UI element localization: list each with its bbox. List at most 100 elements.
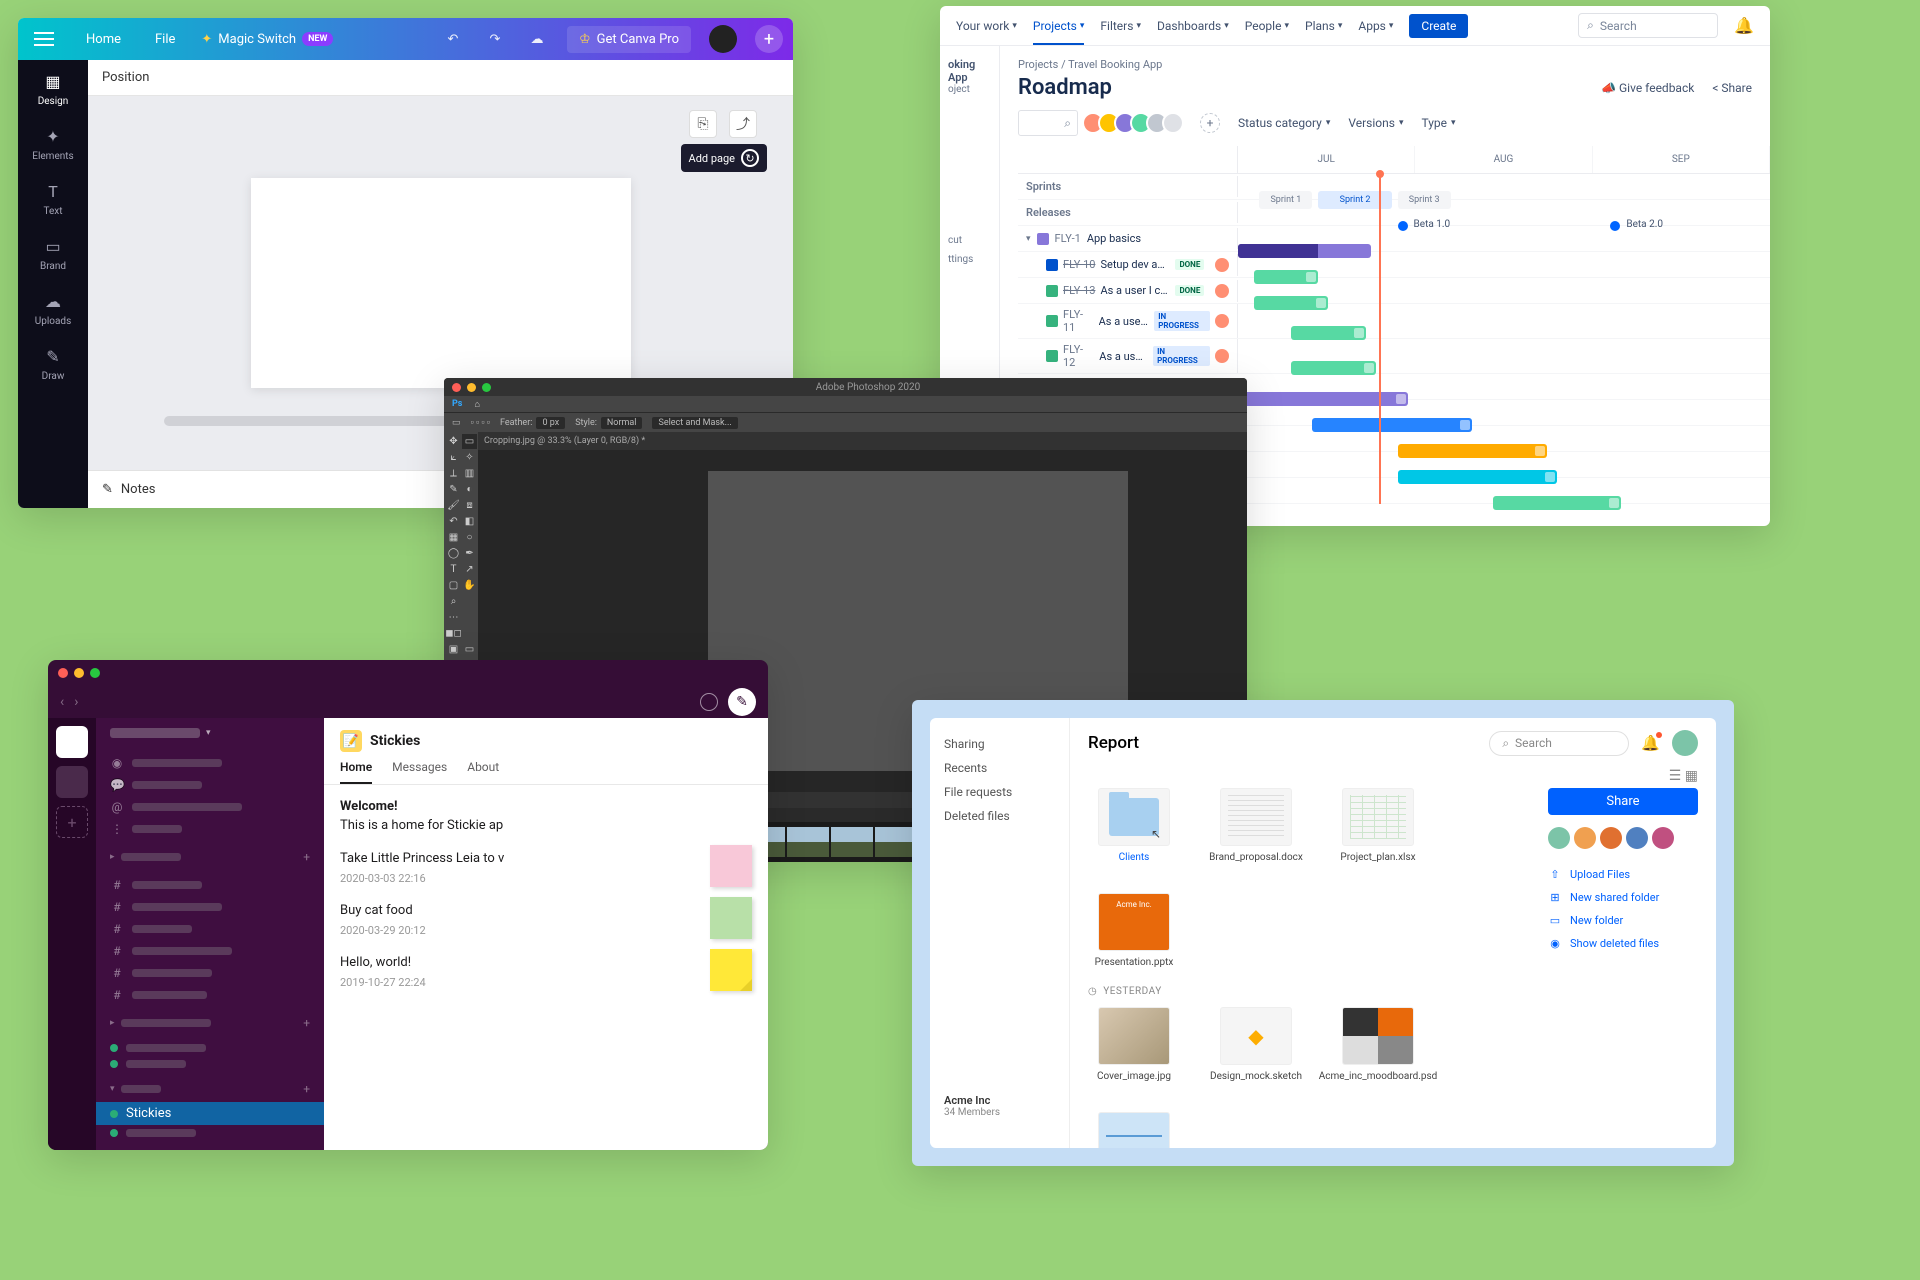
pen-tool[interactable]: ✒: [462, 546, 477, 561]
quick-mask[interactable]: ▣: [446, 642, 461, 657]
story-bar[interactable]: [1291, 326, 1365, 340]
story-row[interactable]: FLY-12As a use...IN PROGRESS: [1018, 339, 1770, 374]
assignee-avatar[interactable]: [1215, 314, 1229, 328]
home-button[interactable]: Home: [78, 28, 129, 51]
member-avatar[interactable]: [1600, 827, 1622, 849]
tab-home[interactable]: Home: [340, 760, 372, 784]
sidebar-elements[interactable]: ✦Elements: [32, 125, 73, 162]
zoom-tool[interactable]: ⌕: [446, 594, 461, 609]
type-tool[interactable]: T: [446, 562, 461, 577]
sidebar-recents[interactable]: Recents: [944, 756, 1055, 780]
sticky-note[interactable]: Buy cat food2020-03-29 20:12: [340, 903, 752, 937]
dm-item[interactable]: [96, 1040, 324, 1056]
sidebar-app-stickies[interactable]: Stickies: [96, 1102, 324, 1125]
close-window-icon[interactable]: [452, 383, 461, 392]
member-avatar[interactable]: [1548, 827, 1570, 849]
team-footer[interactable]: Acme Inc 34 Members: [944, 1094, 1000, 1132]
file-item[interactable]: ↖Clients: [1088, 788, 1180, 863]
forward-button[interactable]: ›: [74, 694, 78, 710]
chevron-down-icon[interactable]: ▾: [1026, 234, 1031, 244]
compose-button[interactable]: ✎: [728, 688, 756, 716]
close-window-icon[interactable]: [58, 668, 68, 678]
document-tab[interactable]: Cropping.jpg @ 33.3% (Layer 0, RGB/8) *: [478, 432, 1247, 450]
release-marker[interactable]: [1398, 221, 1408, 231]
maximize-window-icon[interactable]: [90, 668, 100, 678]
channel-item[interactable]: #: [96, 874, 324, 896]
sidebar-draw[interactable]: ✎Draw: [42, 345, 65, 382]
action-link[interactable]: ⊞New shared folder: [1548, 886, 1698, 909]
get-pro-button[interactable]: ♔ Get Canva Pro: [567, 26, 691, 53]
view-toggle[interactable]: ☰ ▦: [1669, 768, 1698, 788]
sidebar-text[interactable]: TText: [42, 180, 64, 217]
nav-plans[interactable]: Plans▾: [1305, 19, 1342, 33]
dms-header[interactable]: ▸+: [96, 1010, 324, 1036]
assignee-filter[interactable]: [1088, 112, 1184, 134]
status-filter[interactable]: Status category▾: [1238, 116, 1330, 130]
roadmap-bar[interactable]: [1493, 496, 1621, 510]
member-avatar[interactable]: [1652, 827, 1674, 849]
sprint-pill[interactable]: Sprint 1: [1259, 191, 1312, 209]
apps-header[interactable]: ▾+: [96, 1076, 324, 1102]
nav-projects[interactable]: Projects▾: [1033, 19, 1085, 45]
page-canvas[interactable]: [251, 178, 631, 388]
nav-people[interactable]: People▾: [1245, 19, 1289, 33]
notifications-icon[interactable]: 🔔: [1734, 16, 1754, 35]
member-avatars[interactable]: [1548, 827, 1698, 849]
channel-item[interactable]: #: [96, 896, 324, 918]
edit-toolbar[interactable]: ⋯: [446, 610, 461, 625]
create-button[interactable]: Create: [1409, 14, 1468, 38]
tab-about[interactable]: About: [467, 760, 499, 784]
minimize-window-icon[interactable]: [74, 668, 84, 678]
style-select[interactable]: Normal: [601, 417, 643, 429]
eraser-tool[interactable]: ◧: [462, 514, 477, 529]
sprint-pill[interactable]: Sprint 2: [1318, 191, 1392, 209]
roadmap-bar[interactable]: [1312, 418, 1472, 432]
home-icon[interactable]: ⌂: [474, 399, 479, 410]
add-people-icon[interactable]: +: [1200, 113, 1220, 133]
channel-item[interactable]: #: [96, 984, 324, 1006]
type-filter[interactable]: Type▾: [1421, 116, 1455, 130]
channels-header[interactable]: ▸+: [96, 844, 324, 870]
blur-tool[interactable]: ○: [462, 530, 477, 545]
sidebar-item[interactable]: ◉: [96, 752, 324, 774]
maximize-window-icon[interactable]: [482, 383, 491, 392]
action-link[interactable]: ▭New folder: [1548, 909, 1698, 932]
sprint-pill[interactable]: Sprint 3: [1398, 191, 1451, 209]
channel-item[interactable]: #: [96, 918, 324, 940]
action-link[interactable]: ⇧Upload Files: [1548, 863, 1698, 886]
assignee-avatar[interactable]: [1215, 349, 1229, 363]
magic-switch-button[interactable]: ✦ Magic Switch NEW: [201, 32, 333, 47]
undo-button[interactable]: ↶: [441, 27, 465, 51]
workspace-2[interactable]: [56, 766, 88, 798]
roadmap-bar[interactable]: [1238, 392, 1408, 406]
sticky-note[interactable]: Take Little Princess Leia to v2020-03-03…: [340, 851, 752, 885]
sidebar-item[interactable]: 💬: [96, 774, 324, 796]
search-input[interactable]: ⌕Search: [1578, 13, 1718, 38]
file-item[interactable]: Project_plan.xlsx: [1332, 788, 1424, 863]
story-row[interactable]: FLY-10Setup dev and ...DONE: [1018, 252, 1770, 278]
lasso-tool[interactable]: ⟀: [446, 450, 461, 465]
versions-filter[interactable]: Versions▾: [1348, 116, 1403, 130]
sidebar-item[interactable]: @: [96, 796, 324, 818]
add-page-button[interactable]: ⤴: [729, 110, 757, 138]
channel-item[interactable]: #: [96, 962, 324, 984]
fg-bg-colors[interactable]: ◼◻: [446, 626, 461, 641]
nav-yourwork[interactable]: Your work▾: [956, 19, 1017, 33]
file-button[interactable]: File: [147, 28, 183, 51]
file-item[interactable]: Acme Inc.Presentation.pptx: [1088, 893, 1180, 968]
back-button[interactable]: ‹: [60, 694, 64, 710]
heal-tool[interactable]: ◐: [462, 482, 477, 497]
channel-item[interactable]: #: [96, 940, 324, 962]
shape-tool[interactable]: ▢: [446, 578, 461, 593]
dodge-tool[interactable]: ◯: [446, 546, 461, 561]
channel-name[interactable]: Stickies: [370, 733, 420, 749]
story-row[interactable]: FLY-13As a user I can ...DONE: [1018, 278, 1770, 304]
position-toolbar[interactable]: Position: [88, 60, 793, 96]
story-bar[interactable]: [1254, 270, 1318, 284]
sidebar-filerequests[interactable]: File requests: [944, 780, 1055, 804]
nav-filters[interactable]: Filters▾: [1100, 19, 1141, 33]
stamp-tool[interactable]: ⧈: [462, 498, 477, 513]
history-brush-tool[interactable]: ↶: [446, 514, 461, 529]
workspace-header[interactable]: ▾: [96, 718, 324, 748]
history-icon[interactable]: [700, 693, 718, 711]
